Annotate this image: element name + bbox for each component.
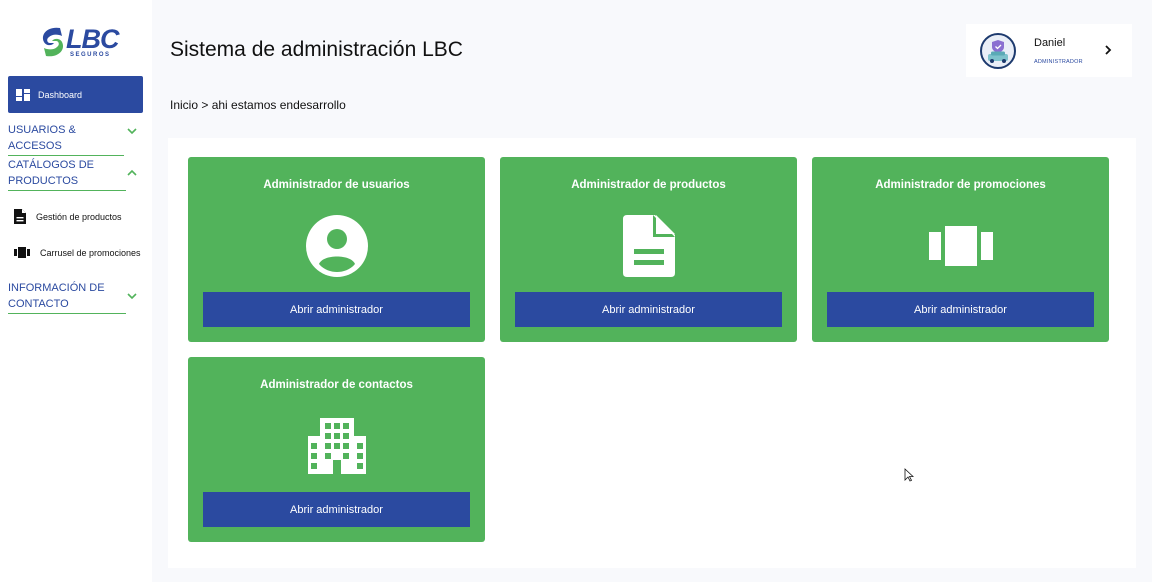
document-icon bbox=[14, 209, 26, 224]
sidebar-section-title: CATÁLOGOS DE PRODUCTOS bbox=[8, 157, 126, 191]
logo-mark-icon bbox=[42, 27, 64, 57]
open-admin-button[interactable]: Abrir administrador bbox=[515, 292, 782, 327]
sidebar-item-carrusel-promociones[interactable]: Carrusel de promociones bbox=[14, 247, 141, 258]
sidebar-item-label: Dashboard bbox=[38, 89, 83, 100]
breadcrumb: Inicio > ahi estamos endesarrollo bbox=[170, 98, 346, 112]
building-icon bbox=[304, 413, 370, 479]
chevron-down-icon[interactable] bbox=[126, 125, 138, 137]
mouse-cursor-icon bbox=[904, 468, 914, 482]
user-circle-icon bbox=[304, 213, 370, 279]
user-info: Daniel ADMINISTRADOR bbox=[1034, 37, 1083, 65]
sidebar-item-label: Carrusel de promociones bbox=[40, 247, 141, 258]
sidebar-item-gestion-productos[interactable]: Gestión de productos bbox=[14, 209, 122, 224]
card-promociones: Administrador de promociones Abrir admin… bbox=[812, 157, 1109, 342]
card-title: Administrador de productos bbox=[571, 179, 726, 191]
cards-panel: Administrador de usuarios Abrir administ… bbox=[168, 138, 1136, 568]
logo-text: LBC bbox=[66, 24, 119, 54]
sidebar: LBC SEGUROS Dashboard USUARIOS & ACCESOS… bbox=[0, 0, 150, 582]
sidebar-section-title: USUARIOS & ACCESOS bbox=[8, 122, 124, 156]
card-productos: Administrador de productos Abrir adminis… bbox=[500, 157, 797, 342]
card-usuarios: Administrador de usuarios Abrir administ… bbox=[188, 157, 485, 342]
carousel-icon bbox=[14, 247, 30, 258]
logo-subtext: SEGUROS bbox=[70, 52, 111, 58]
chevron-up-icon[interactable] bbox=[126, 167, 138, 179]
card-title: Administrador de promociones bbox=[875, 179, 1046, 191]
user-role: ADMINISTRADOR bbox=[1034, 58, 1083, 65]
logo: LBC SEGUROS bbox=[38, 24, 119, 60]
sidebar-item-dashboard[interactable]: Dashboard bbox=[8, 76, 143, 113]
carousel-icon bbox=[928, 213, 994, 279]
dashboard-icon bbox=[16, 88, 30, 101]
car-shield-avatar-icon bbox=[988, 39, 1008, 63]
user-name: Daniel bbox=[1034, 36, 1066, 49]
sidebar-section-catalogos[interactable]: CATÁLOGOS DE PRODUCTOS bbox=[8, 157, 138, 191]
card-contactos: Administrador de contactos Abrir adminis… bbox=[188, 357, 485, 542]
user-card[interactable]: Daniel ADMINISTRADOR bbox=[966, 24, 1132, 77]
chevron-right-icon[interactable] bbox=[1102, 44, 1114, 56]
sidebar-section-usuarios[interactable]: USUARIOS & ACCESOS bbox=[8, 122, 138, 156]
card-title: Administrador de usuarios bbox=[263, 179, 410, 191]
chevron-down-icon[interactable] bbox=[126, 290, 138, 302]
document-icon bbox=[616, 213, 682, 279]
sidebar-item-label: Gestión de productos bbox=[36, 211, 122, 222]
sidebar-section-title: INFORMACIÓN DE CONTACTO bbox=[8, 280, 126, 314]
open-admin-button[interactable]: Abrir administrador bbox=[203, 492, 470, 527]
sidebar-section-informacion[interactable]: INFORMACIÓN DE CONTACTO bbox=[8, 280, 138, 314]
page-title: Sistema de administración LBC bbox=[170, 38, 463, 61]
open-admin-button[interactable]: Abrir administrador bbox=[827, 292, 1094, 327]
card-title: Administrador de contactos bbox=[260, 379, 413, 391]
open-admin-button[interactable]: Abrir administrador bbox=[203, 292, 470, 327]
main-area: Sistema de administración LBC Inicio > a… bbox=[152, 0, 1152, 582]
avatar bbox=[980, 32, 1016, 69]
